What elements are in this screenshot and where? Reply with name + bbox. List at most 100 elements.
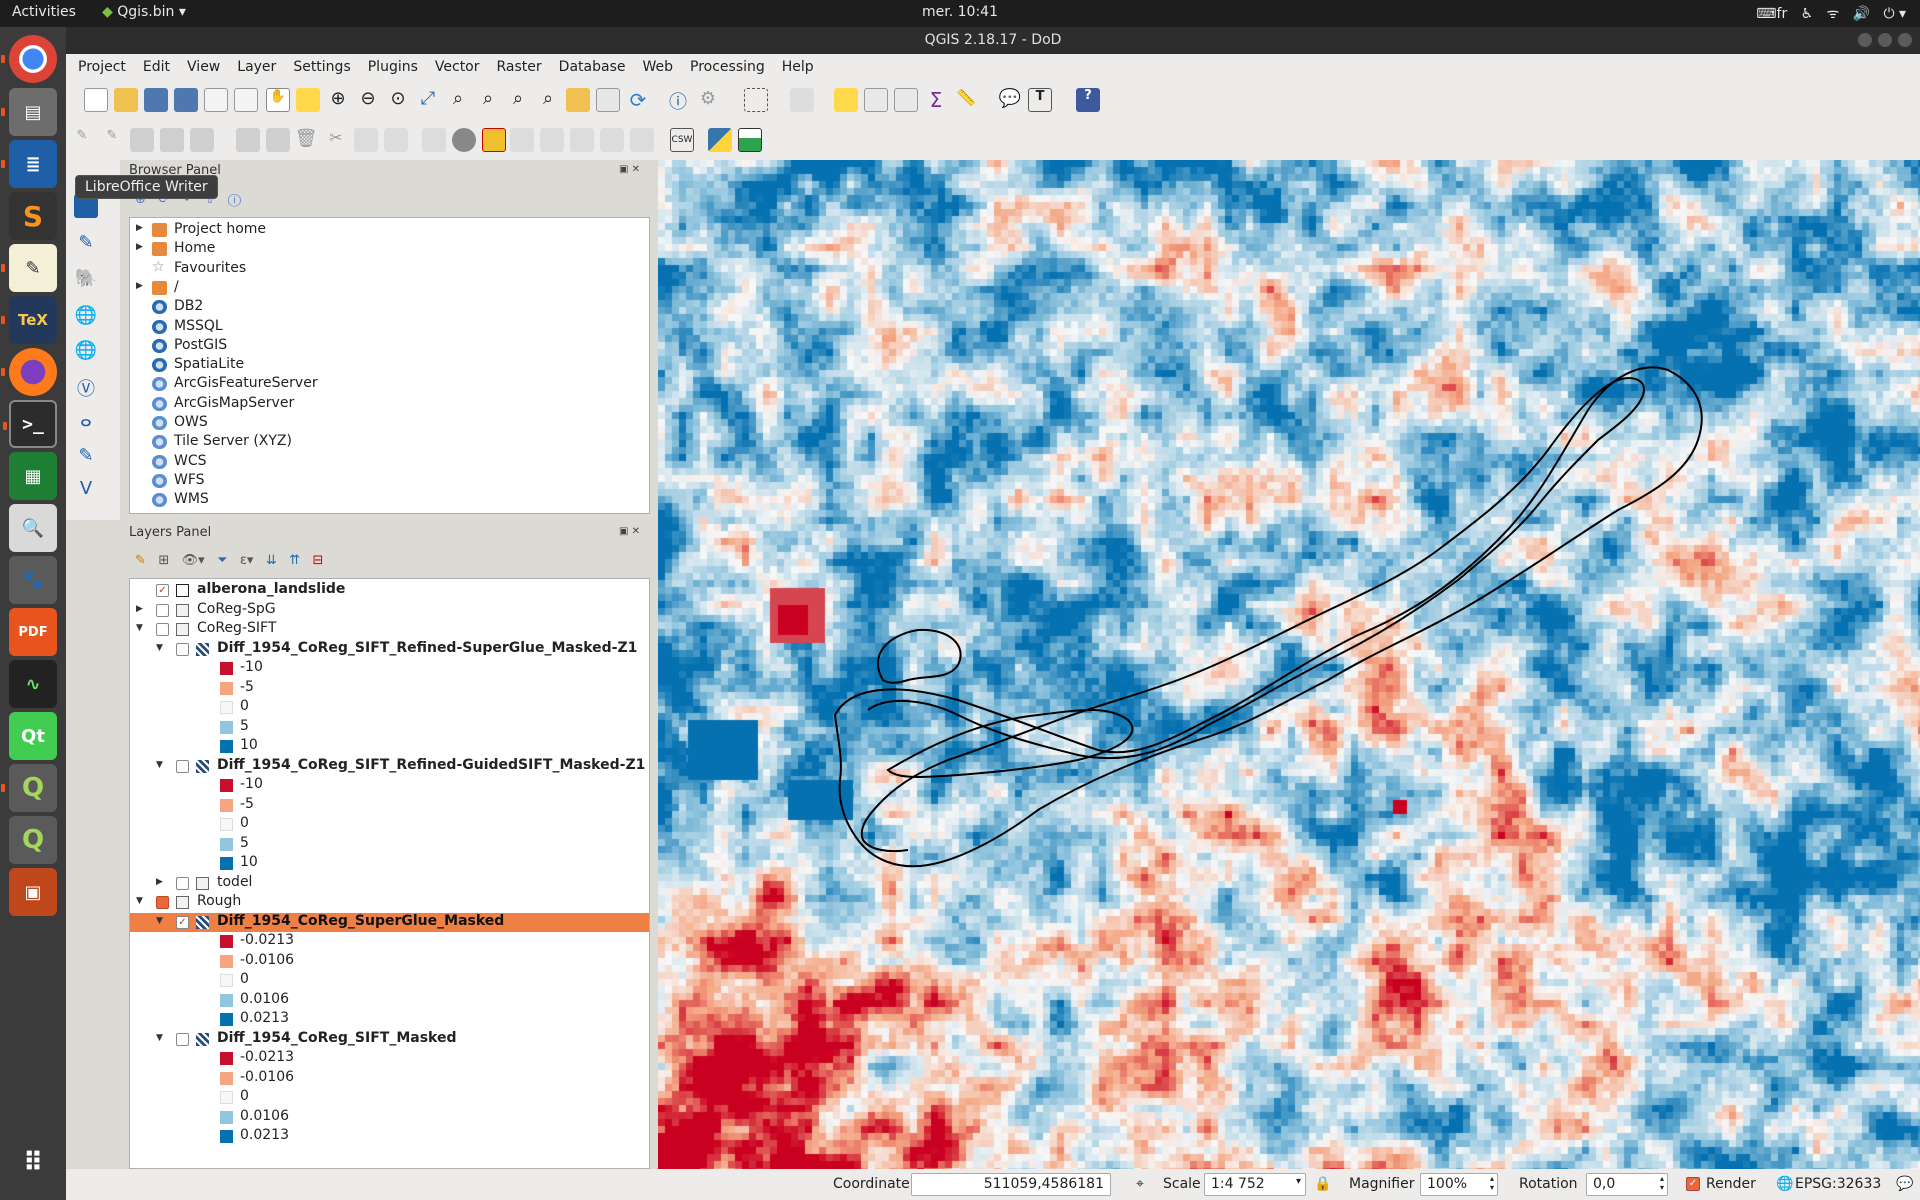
chrome-icon[interactable] — [1, 35, 57, 83]
zoom-in-icon[interactable]: ⊕ — [326, 88, 350, 112]
layer-group[interactable]: ▶ todel — [130, 874, 649, 893]
spinbox-arrows-icon[interactable]: ▴ ▾ — [1490, 1174, 1494, 1192]
map-canvas[interactable] — [658, 160, 1920, 1169]
layer-item[interactable]: ▼ Diff_1954_CoReg_SIFT_Masked — [130, 1030, 649, 1049]
add-vector-layer-icon[interactable]: V — [74, 478, 98, 502]
move-label-icon[interactable] — [540, 128, 564, 152]
menu-database[interactable]: Database — [559, 59, 626, 75]
chevron-down-icon[interactable]: ▾ — [1296, 1176, 1301, 1187]
qgis-secondary-icon[interactable]: Q — [9, 816, 57, 864]
paste-features-icon[interactable] — [384, 128, 408, 152]
expand-arrow-icon[interactable]: ▶ — [136, 604, 143, 614]
deselect-all-icon[interactable] — [834, 88, 858, 112]
current-edits-icon[interactable]: ✎ — [70, 128, 94, 152]
collapse-arrow-icon[interactable]: ▼ — [156, 643, 163, 653]
layer-item[interactable]: ▼ ✓ Diff_1954_CoReg_SuperGlue_Masked — [130, 912, 649, 932]
power-icon[interactable]: ⏻ ▾ — [1883, 6, 1906, 22]
layer-item[interactable]: ▼ Diff_1954_CoReg_SIFT_Refined-SuperGlue_… — [130, 640, 649, 659]
save-as-icon[interactable] — [174, 88, 198, 112]
libreoffice-calc-icon[interactable]: ▦ — [9, 452, 57, 500]
select-features-icon[interactable] — [744, 88, 768, 112]
legend-entry[interactable]: -0.0213 — [130, 1049, 649, 1068]
collapse-arrow-icon[interactable]: ▼ — [136, 623, 143, 633]
menu-edit[interactable]: Edit — [143, 59, 170, 75]
pan-icon[interactable]: ✋ — [266, 88, 290, 112]
add-wfs-layer-icon[interactable]: Ⓥ — [74, 375, 98, 400]
firefox-icon[interactable] — [1, 348, 57, 396]
menu-plugins[interactable]: Plugins — [368, 59, 418, 75]
layer-visibility-checkbox[interactable]: ✓ — [156, 584, 169, 597]
legend-entry[interactable]: 0 — [130, 971, 649, 990]
legend-entry[interactable]: 5 — [130, 835, 649, 854]
legend-entry[interactable]: -0.0106 — [130, 952, 649, 971]
layer-visibility-checkbox[interactable] — [176, 1032, 189, 1046]
add-delimited-text-icon[interactable]: ⴰ — [74, 410, 98, 434]
files-icon[interactable]: ▤ — [1, 88, 57, 136]
expand-arrow-icon[interactable]: ▶ — [136, 242, 143, 252]
toggle-editing-icon[interactable]: ✎ — [100, 128, 124, 152]
app-menu[interactable]: ◆ Qgis.bin ▾ — [102, 4, 186, 20]
render-checkbox[interactable]: ✓ — [1686, 1177, 1700, 1191]
system-tray[interactable]: ⌨fr ♿ ᯤ 🔊 ⏻ ▾ — [1756, 4, 1906, 23]
layer-group[interactable]: ▼ Rough — [130, 893, 649, 912]
map-tips-icon[interactable]: 💬 — [998, 88, 1022, 112]
add-postgis-layer-icon[interactable]: 🐘 — [74, 268, 98, 292]
python-console-icon[interactable] — [708, 128, 732, 152]
help-icon[interactable]: ? — [1076, 88, 1100, 112]
network-icon[interactable]: ᯤ — [1826, 6, 1839, 22]
libreoffice-impress-icon[interactable]: ▣ — [9, 868, 57, 916]
remove-layer-icon[interactable]: ⊟ — [312, 553, 323, 568]
pdf-tool-icon[interactable]: PDF — [9, 608, 57, 656]
legend-entry[interactable]: 5 — [130, 718, 649, 737]
save-project-icon[interactable] — [144, 88, 168, 112]
filter-legend-icon[interactable]: ⏷ — [217, 553, 227, 568]
action-icon[interactable]: ⚙ — [696, 88, 720, 112]
menu-settings[interactable]: Settings — [293, 59, 350, 75]
zoom-full-icon[interactable]: ⤢ — [416, 88, 440, 112]
layer-visibility-checkbox[interactable] — [176, 876, 189, 890]
extents-toggle-icon[interactable]: ⌖ — [1136, 1176, 1144, 1192]
text-annotation-icon[interactable]: T — [1028, 88, 1052, 112]
expand-arrow-icon[interactable]: ▶ — [136, 223, 143, 233]
image-viewer-icon[interactable]: 🔍 — [9, 504, 57, 552]
node-editor-icon[interactable] — [266, 128, 290, 152]
manage-themes-icon[interactable]: 👁▾ — [182, 553, 205, 568]
show-hide-labels-icon[interactable] — [510, 128, 534, 152]
activities-button[interactable]: Activities — [12, 4, 76, 20]
menu-project[interactable]: Project — [78, 59, 126, 75]
composer-manager-icon[interactable] — [234, 88, 258, 112]
close-button[interactable] — [1898, 33, 1912, 47]
layer-styling-icon[interactable]: ✎ — [135, 553, 146, 568]
layer-visibility-checkbox[interactable] — [176, 759, 189, 773]
layer-visibility-checkbox[interactable] — [156, 896, 169, 909]
menu-help[interactable]: Help — [782, 59, 814, 75]
node-tool-icon[interactable] — [190, 128, 214, 152]
menu-view[interactable]: View — [187, 59, 220, 75]
collapse-all-layers-icon[interactable]: ⇈ — [289, 553, 300, 568]
move-feature-icon[interactable] — [236, 128, 260, 152]
layer-labeling-icon[interactable] — [452, 128, 476, 152]
layer-item[interactable]: ✓ alberona_landslide — [130, 581, 649, 600]
magnifier-spinbox[interactable]: 100% ▴ ▾ — [1420, 1173, 1498, 1196]
keyboard-layout[interactable]: fr — [1777, 6, 1788, 22]
qgis-icon[interactable]: Q — [1, 764, 57, 812]
collapse-arrow-icon[interactable]: ▼ — [156, 1033, 163, 1043]
texmaker-icon[interactable]: TeX — [1, 296, 57, 344]
copy-features-icon[interactable] — [354, 128, 378, 152]
layers-panel-toolbar[interactable]: ✎ ⊞ 👁▾ ⏷ ε▾ ⇊ ⇈ ⊟ — [135, 553, 395, 571]
new-bookmark-icon[interactable] — [566, 88, 590, 112]
collapse-arrow-icon[interactable]: ▼ — [136, 896, 143, 906]
collapse-arrow-icon[interactable]: ▼ — [156, 760, 163, 770]
rotate-label-icon[interactable] — [570, 128, 594, 152]
lock-scale-icon[interactable]: 🔒 — [1314, 1176, 1331, 1192]
add-wcs-layer-icon[interactable]: 🌐 — [74, 340, 98, 364]
maximize-button[interactable] — [1878, 33, 1892, 47]
csw-icon[interactable]: CSW — [670, 128, 694, 152]
zoom-last-icon[interactable]: ⌕ — [506, 88, 530, 112]
accessibility-icon[interactable]: ♿ — [1801, 6, 1814, 22]
add-wms-layer-icon[interactable]: 🌐 — [74, 305, 98, 329]
new-project-icon[interactable] — [84, 88, 108, 112]
layer-visibility-checkbox[interactable]: ✓ — [176, 915, 189, 929]
measure-icon[interactable]: 📏 — [954, 88, 978, 112]
menu-vector[interactable]: Vector — [435, 59, 480, 75]
